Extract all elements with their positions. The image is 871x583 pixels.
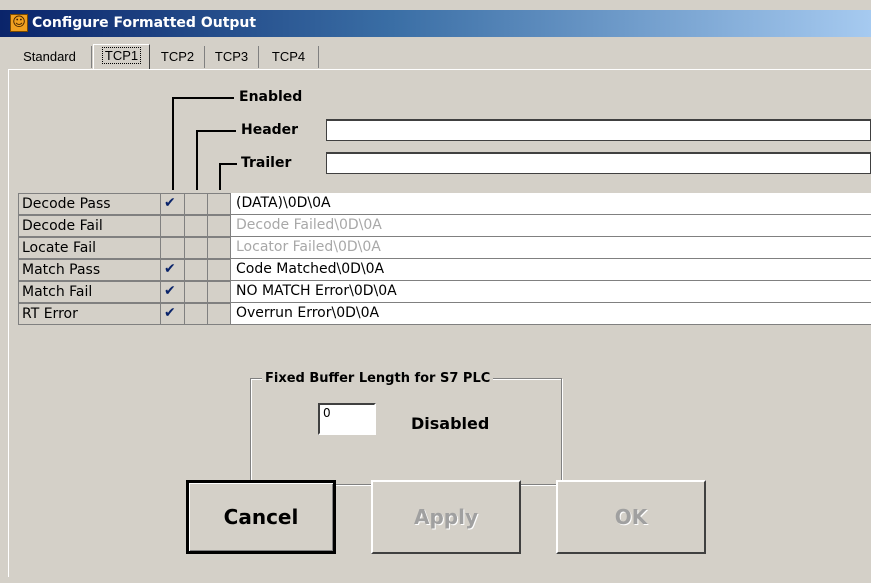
check-icon: ✔: [164, 261, 176, 277]
row-label: RT Error: [18, 303, 161, 325]
cancel-button[interactable]: Cancel: [186, 480, 336, 554]
check-icon: ✔: [164, 305, 176, 321]
fixed-buffer-title: Fixed Buffer Length for S7 PLC: [262, 371, 494, 386]
row-label: Decode Pass: [18, 193, 161, 215]
trailer-checkbox[interactable]: [208, 193, 231, 215]
enabled-checkbox[interactable]: [161, 237, 185, 259]
header-checkbox[interactable]: [185, 259, 208, 281]
apply-button[interactable]: Apply: [371, 480, 521, 554]
window-title: Configure Formatted Output: [32, 15, 257, 31]
header-bracket-horizontal: [196, 130, 236, 132]
output-string-cell[interactable]: (DATA)\0D\0A: [231, 193, 871, 215]
running-figure-icon: ☺: [10, 14, 28, 32]
row-label: Decode Fail: [18, 215, 161, 237]
table-row: Match Pass ✔ Code Matched\0D\0A: [18, 259, 871, 281]
tab-tcp2[interactable]: TCP2: [151, 46, 205, 68]
enabled-bracket-horizontal: [172, 97, 234, 99]
header-input[interactable]: [326, 119, 871, 141]
buffer-length-input[interactable]: 0: [318, 403, 376, 435]
header-label: Header: [241, 122, 299, 138]
trailer-bracket-horizontal: [219, 163, 237, 165]
fixed-buffer-group: [250, 378, 562, 485]
enabled-checkbox[interactable]: ✔: [161, 303, 185, 325]
header-bracket-vertical: [196, 130, 198, 190]
output-string-cell[interactable]: Overrun Error\0D\0A: [231, 303, 871, 325]
tab-strip: Standard TCP1 TCP2 TCP3 TCP4: [8, 44, 871, 70]
tab-tcp4[interactable]: TCP4: [259, 46, 319, 68]
output-string-cell[interactable]: NO MATCH Error\0D\0A: [231, 281, 871, 303]
trailer-label: Trailer: [241, 155, 292, 171]
output-string-cell[interactable]: Decode Failed\0D\0A: [231, 215, 871, 237]
enabled-checkbox[interactable]: [161, 215, 185, 237]
enabled-checkbox[interactable]: ✔: [161, 193, 185, 215]
header-checkbox[interactable]: [185, 237, 208, 259]
table-row: Decode Fail Decode Failed\0D\0A: [18, 215, 871, 237]
tab-tcp1[interactable]: TCP1: [93, 44, 150, 70]
title-bar[interactable]: ☺ Configure Formatted Output: [0, 10, 871, 37]
trailer-checkbox[interactable]: [208, 215, 231, 237]
dialog-window: ☺ Configure Formatted Output Standard TC…: [0, 0, 871, 583]
enabled-checkbox[interactable]: ✔: [161, 281, 185, 303]
header-checkbox[interactable]: [185, 193, 208, 215]
trailer-checkbox[interactable]: [208, 237, 231, 259]
enabled-label: Enabled: [239, 89, 303, 105]
tab-tcp3[interactable]: TCP3: [205, 46, 259, 68]
enabled-checkbox[interactable]: ✔: [161, 259, 185, 281]
check-icon: ✔: [164, 283, 176, 299]
ok-button[interactable]: OK: [556, 480, 706, 554]
row-label: Locate Fail: [18, 237, 161, 259]
trailer-checkbox[interactable]: [208, 259, 231, 281]
header-checkbox[interactable]: [185, 215, 208, 237]
buffer-status-label: Disabled: [411, 414, 490, 433]
table-row: RT Error ✔ Overrun Error\0D\0A: [18, 303, 871, 325]
row-label: Match Pass: [18, 259, 161, 281]
header-checkbox[interactable]: [185, 303, 208, 325]
table-row: Decode Pass ✔ (DATA)\0D\0A: [18, 193, 871, 215]
output-string-cell[interactable]: Code Matched\0D\0A: [231, 259, 871, 281]
table-row: Match Fail ✔ NO MATCH Error\0D\0A: [18, 281, 871, 303]
trailer-checkbox[interactable]: [208, 281, 231, 303]
enabled-bracket-vertical: [172, 97, 174, 190]
trailer-input[interactable]: [326, 152, 871, 174]
trailer-bracket-vertical: [219, 163, 221, 190]
table-row: Locate Fail Locator Failed\0D\0A: [18, 237, 871, 259]
trailer-checkbox[interactable]: [208, 303, 231, 325]
output-string-cell[interactable]: Locator Failed\0D\0A: [231, 237, 871, 259]
header-checkbox[interactable]: [185, 281, 208, 303]
tab-standard[interactable]: Standard: [8, 46, 92, 68]
row-label: Match Fail: [18, 281, 161, 303]
check-icon: ✔: [164, 195, 176, 211]
